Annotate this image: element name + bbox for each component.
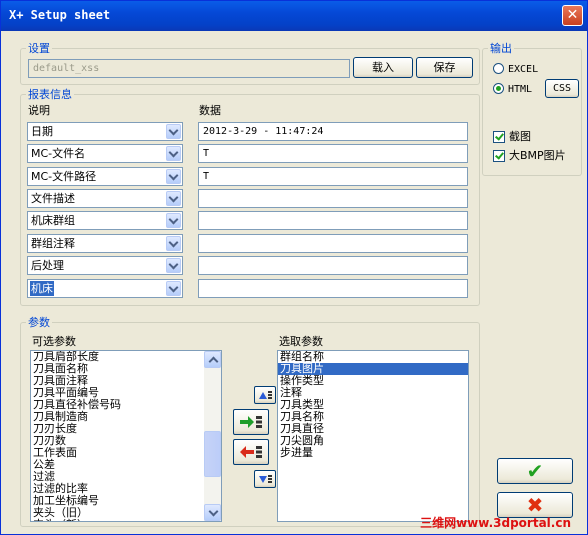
excel-label: EXCEL	[508, 64, 539, 75]
report-info-group-label: 报表信息	[26, 88, 74, 101]
available-params-scrollbar[interactable]	[204, 351, 221, 521]
description-combo[interactable]: 机床群组	[27, 211, 183, 230]
arrow-left-icon	[240, 446, 262, 458]
data-field[interactable]: 2012-3-29 - 11:47:24	[198, 122, 468, 141]
checkmark-icon: ✔	[526, 459, 544, 483]
description-value: 机床群组	[31, 214, 75, 227]
html-radio[interactable]	[493, 83, 504, 94]
remove-param-button[interactable]	[233, 439, 269, 465]
data-field[interactable]	[198, 279, 468, 298]
selected-params-items: 群组名称 刀具图片 操作类型 注释 刀具类型 刀具名称 刀具直径 刀尖圆角 步进量	[278, 351, 468, 459]
data-column-header: 数据	[199, 104, 221, 117]
move-down-button[interactable]	[254, 470, 276, 488]
css-button[interactable]: CSS	[545, 79, 579, 98]
bmp-image-label: 大BMP图片	[509, 149, 566, 162]
available-params-label: 可选参数	[32, 335, 76, 348]
description-value: 群组注释	[31, 237, 75, 250]
settings-group-label: 设置	[26, 42, 52, 55]
screenshot-checkbox[interactable]	[493, 131, 505, 143]
description-combo[interactable]: 机床	[27, 279, 183, 298]
list-item[interactable]: 公差	[31, 459, 221, 471]
screenshot-label: 截图	[509, 130, 531, 143]
output-group-label: 输出	[488, 42, 514, 55]
data-field[interactable]	[198, 211, 468, 230]
scrollbar-thumb[interactable]	[204, 431, 221, 477]
selected-params-label: 选取参数	[279, 335, 323, 348]
add-param-button[interactable]	[233, 409, 269, 435]
description-value: 机床	[30, 281, 54, 296]
data-field[interactable]	[198, 234, 468, 253]
selected-params-list[interactable]: 群组名称 刀具图片 操作类型 注释 刀具类型 刀具名称 刀具直径 刀尖圆角 步进量	[277, 350, 469, 522]
available-params-items: 刀具肩部长度 刀具面名称 刀具面注释 刀具平面编号 刀具直径补偿号码 刀具制造商 刀刃长度刀…	[31, 351, 221, 522]
description-combo[interactable]: MC-文件路径	[27, 167, 183, 186]
excel-radio[interactable]	[493, 63, 504, 74]
chevron-down-icon[interactable]	[166, 146, 181, 161]
data-field[interactable]: T	[198, 144, 468, 163]
chevron-down-icon[interactable]	[166, 191, 181, 206]
description-value: 后处理	[31, 259, 64, 272]
scroll-down-icon[interactable]	[204, 504, 221, 521]
data-field[interactable]	[198, 189, 468, 208]
description-value: 日期	[31, 125, 53, 138]
available-params-list[interactable]: 刀具肩部长度 刀具面名称 刀具面注释 刀具平面编号 刀具直径补偿号码 刀具制造商 刀刃长度刀…	[30, 350, 222, 522]
parameters-group-label: 参数	[26, 316, 52, 329]
description-combo[interactable]: 群组注释	[27, 234, 183, 253]
list-item[interactable]: 操作类型	[278, 375, 468, 387]
move-up-icon	[259, 391, 272, 399]
description-value: MC-文件名	[31, 147, 86, 160]
bmp-image-checkbox[interactable]	[493, 150, 505, 162]
move-down-icon	[259, 475, 272, 483]
arrow-right-icon	[240, 416, 262, 428]
description-combo[interactable]: 日期	[27, 122, 183, 141]
html-label: HTML	[508, 84, 533, 95]
window-title: X+ Setup sheet	[9, 8, 111, 22]
move-up-button[interactable]	[254, 386, 276, 404]
description-value: 文件描述	[31, 192, 75, 205]
description-combo[interactable]: 后处理	[27, 256, 183, 275]
setup-sheet-window: X+ Setup sheet ✕ 设置 default_xss 载入 保存 输出…	[0, 0, 588, 535]
chevron-down-icon[interactable]	[166, 258, 181, 273]
chevron-down-icon[interactable]	[166, 281, 181, 296]
close-button[interactable]: ✕	[562, 5, 583, 26]
chevron-down-icon[interactable]	[166, 124, 181, 139]
chevron-down-icon[interactable]	[166, 236, 181, 251]
title-bar[interactable]: X+ Setup sheet ✕	[1, 1, 587, 31]
scroll-up-icon[interactable]	[204, 351, 221, 368]
description-combo[interactable]: 文件描述	[27, 189, 183, 208]
description-column-header: 说明	[28, 104, 50, 117]
save-button[interactable]: 保存	[416, 57, 473, 78]
description-combo[interactable]: MC-文件名	[27, 144, 183, 163]
list-item[interactable]: 工作表面	[31, 447, 221, 459]
template-name-field[interactable]: default_xss	[28, 59, 350, 78]
load-button[interactable]: 载入	[353, 57, 413, 78]
data-field[interactable]	[198, 256, 468, 275]
chevron-down-icon[interactable]	[166, 213, 181, 228]
watermark: 三维网www.3dportal.cn	[420, 516, 571, 530]
chevron-down-icon[interactable]	[166, 169, 181, 184]
data-field[interactable]: T	[198, 167, 468, 186]
description-value: MC-文件路径	[31, 170, 97, 183]
list-item[interactable]: 夹头（新）	[31, 519, 221, 522]
list-item[interactable]: 步进量	[278, 447, 468, 459]
ok-button[interactable]: ✔	[497, 458, 573, 484]
